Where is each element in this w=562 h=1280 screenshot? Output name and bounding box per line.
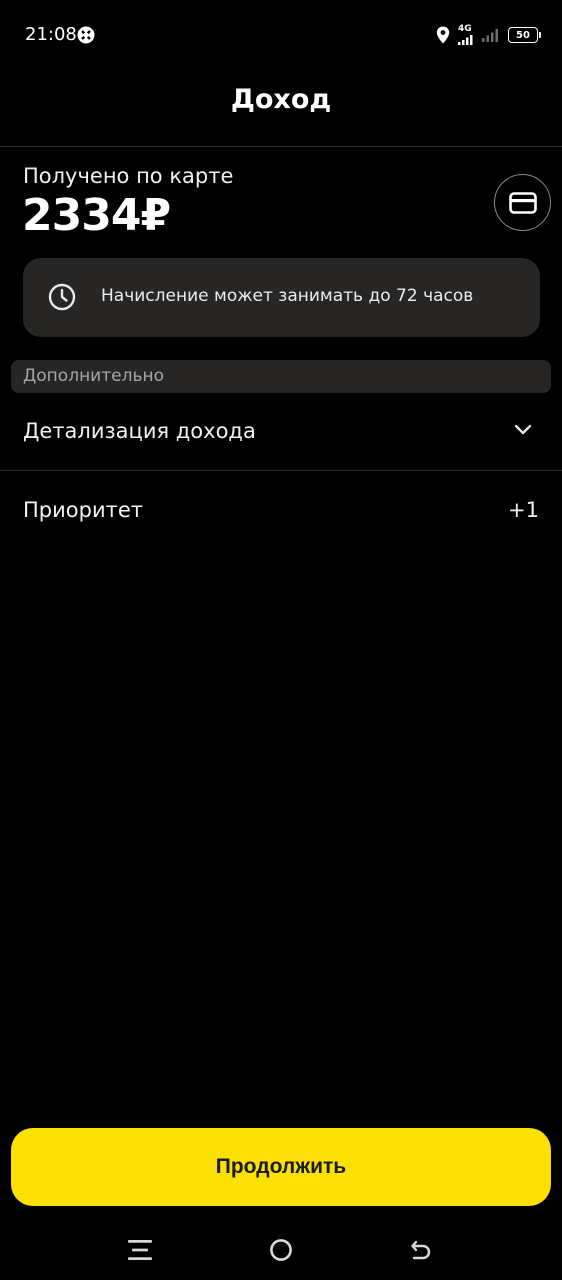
nav-home-button[interactable] (265, 1234, 297, 1266)
income-label: Получено по карте (23, 164, 234, 188)
page-header: Доход (0, 70, 562, 147)
continue-button[interactable]: Продолжить (11, 1128, 551, 1206)
back-icon (411, 1240, 431, 1260)
mobile-signal-4g: 4G (458, 25, 474, 45)
location-icon (436, 26, 450, 44)
page-title: Доход (230, 84, 332, 115)
status-bar: 21:08 4G 50 (0, 0, 562, 70)
income-amount: 2334₽ (22, 190, 171, 241)
nav-back-button[interactable] (405, 1234, 437, 1266)
income-details-label: Детализация дохода (23, 419, 256, 443)
section-header-additional: Дополнительно (11, 360, 551, 393)
priority-value: +1 (508, 498, 539, 522)
signal-bars-secondary-icon (482, 29, 498, 42)
processing-notice: Начисление может занимать до 72 часов (23, 258, 540, 337)
chevron-down-icon (514, 424, 532, 435)
nav-menu-button[interactable] (124, 1234, 156, 1266)
notification-icon (77, 26, 95, 44)
signal-bars-icon (458, 35, 473, 45)
home-circle-icon (270, 1239, 292, 1261)
income-details-row[interactable]: Детализация дохода (0, 393, 562, 471)
section-header-label: Дополнительно (23, 366, 164, 386)
priority-row[interactable]: Приоритет +1 (0, 472, 562, 550)
clock-icon (48, 283, 76, 311)
battery-level: 50 (516, 29, 530, 41)
continue-button-label: Продолжить (215, 1155, 347, 1178)
status-time: 21:08 (25, 24, 77, 45)
system-nav-bar (0, 1220, 562, 1280)
priority-label: Приоритет (23, 498, 143, 522)
credit-card-icon (508, 191, 537, 214)
notice-text: Начисление может занимать до 72 часов (101, 286, 474, 306)
menu-icon (128, 1240, 152, 1260)
income-screen: 21:08 4G 50 Доход Получено по карте 2334… (0, 0, 562, 1280)
status-indicators: 4G 50 (436, 24, 541, 46)
battery-icon: 50 (508, 27, 541, 43)
network-type: 4G (458, 24, 472, 34)
card-button[interactable] (494, 174, 551, 231)
